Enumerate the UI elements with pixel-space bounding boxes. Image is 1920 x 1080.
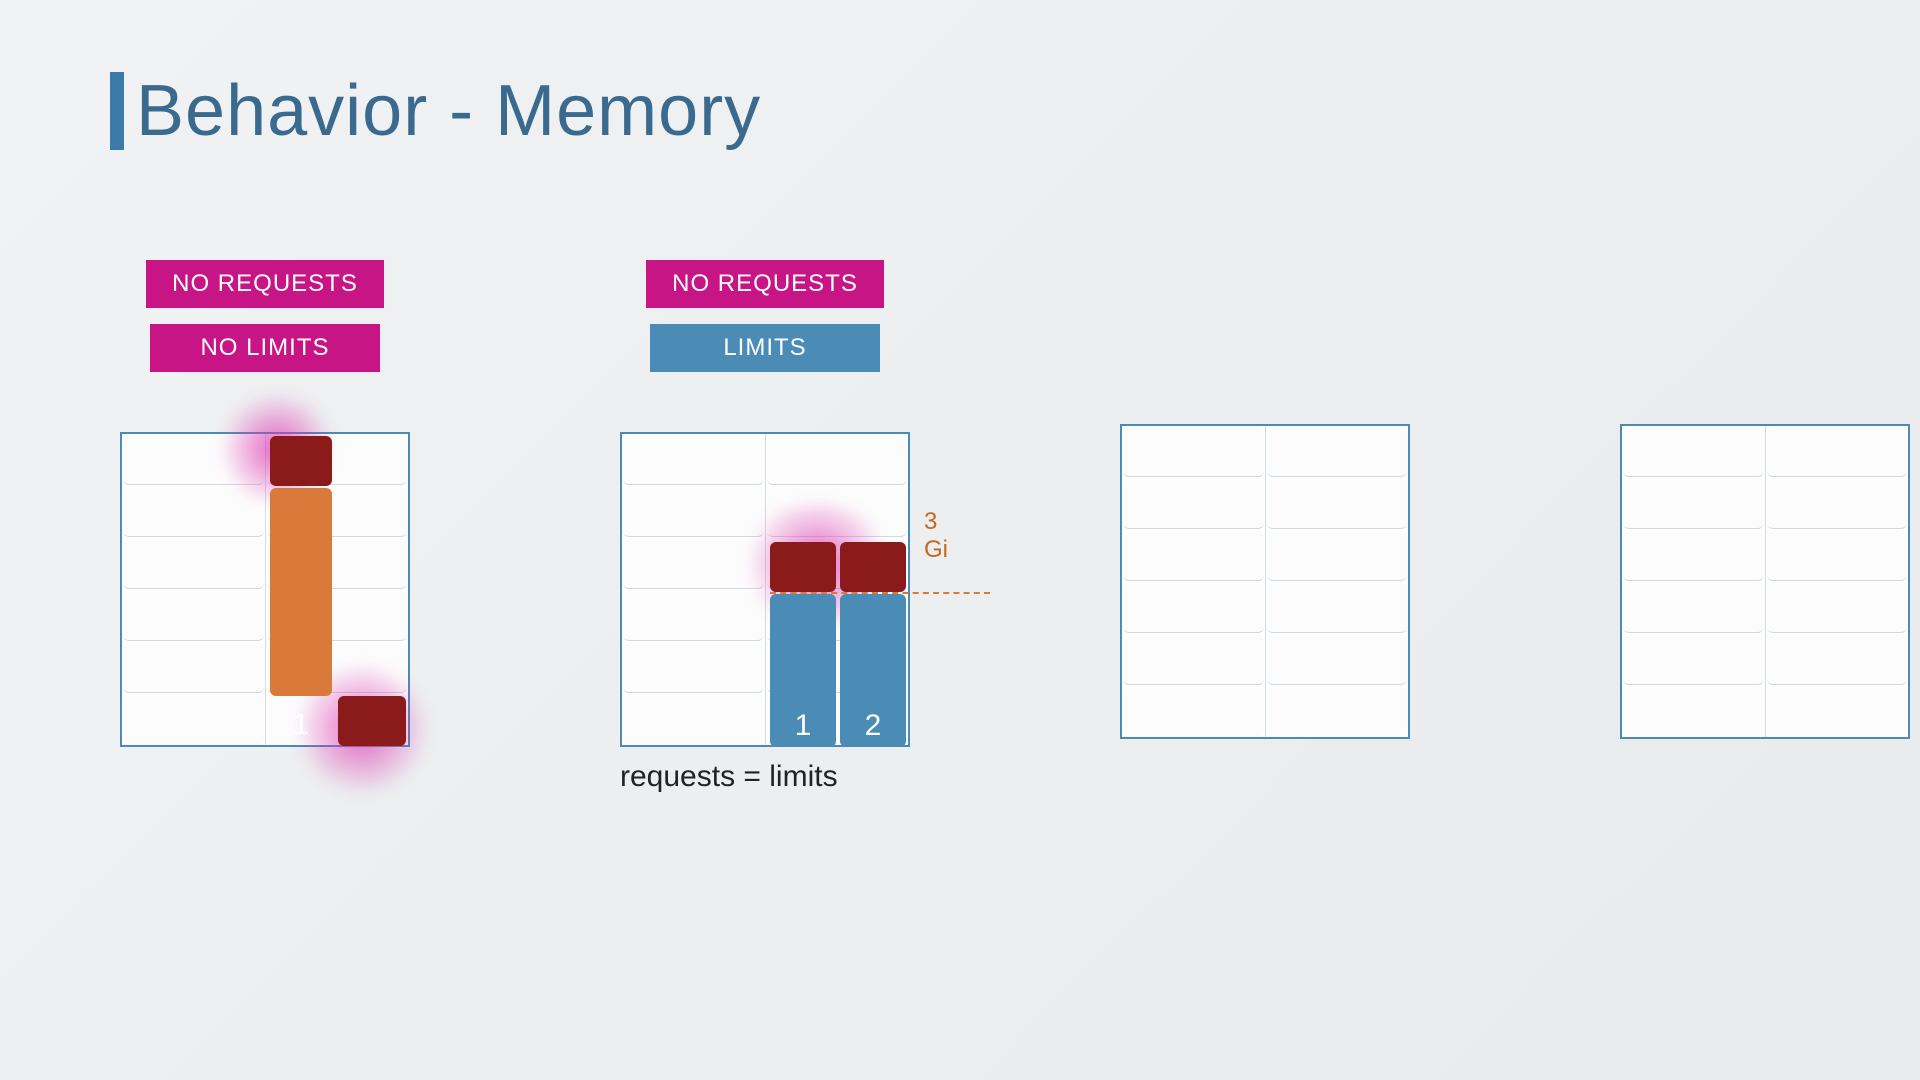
grid-cell: [1767, 687, 1908, 736]
grid-cell: [267, 487, 408, 537]
grid-cell: [1123, 531, 1264, 581]
grid-cell: [123, 643, 264, 693]
grid-cell: [623, 591, 764, 641]
grid-cell: [623, 435, 764, 485]
grid-col-right: [1766, 426, 1909, 737]
grid-cell: [1767, 427, 1908, 477]
grid-cell: [767, 539, 908, 589]
grid-cell: [267, 591, 408, 641]
grid-cell: [623, 643, 764, 693]
grid-cell: [1767, 479, 1908, 529]
scenario-2-grid: 1 2: [620, 432, 910, 747]
slide-title: Behavior - Memory: [110, 70, 761, 152]
grid-cell: [1267, 427, 1408, 477]
grid-cell: [1623, 635, 1764, 685]
scenario-4: [1620, 260, 1910, 747]
grid-col-left: [1622, 426, 1766, 737]
scenario-1: NO REQUESTS NO LIMITS: [120, 260, 410, 747]
grid-cell: [623, 539, 764, 589]
scenario-4-grid: [1620, 424, 1910, 739]
grid-col-left: [122, 434, 266, 745]
grid-cell: [1767, 635, 1908, 685]
grid-cell: [267, 695, 408, 744]
scenario-3-grid: [1120, 424, 1410, 739]
grid-cell: [1767, 583, 1908, 633]
grid-cell: [1123, 583, 1264, 633]
grid-cell: [1123, 687, 1264, 736]
scenario-2: NO REQUESTS LIMITS: [620, 260, 910, 747]
grid-cell: [123, 591, 264, 641]
scenario-2-caption: requests = limits: [620, 760, 838, 794]
grid-cell: [1623, 687, 1764, 736]
grid-cell: [1123, 427, 1264, 477]
grid-cell: [767, 435, 908, 485]
grid-cell: [1623, 479, 1764, 529]
grid-cell: [123, 487, 264, 537]
grid-cell: [123, 695, 264, 744]
grid-cell: [123, 435, 264, 485]
grid-cell: [623, 695, 764, 744]
scenario-1-badges: NO REQUESTS NO LIMITS: [146, 260, 384, 372]
grid-cell: [767, 591, 908, 641]
grid-cell: [1123, 479, 1264, 529]
grid-cell: [767, 643, 908, 693]
grid-cell: [267, 643, 408, 693]
grid-cell: [1267, 583, 1408, 633]
grid-col-right: [1266, 426, 1409, 737]
grid-cell: [1767, 531, 1908, 581]
grid-col-right: [266, 434, 409, 745]
scenarios-row: NO REQUESTS NO LIMITS: [120, 260, 1910, 747]
grid-cell: [1623, 427, 1764, 477]
grid-cell: [1267, 531, 1408, 581]
grid-cell: [123, 539, 264, 589]
grid-cell: [623, 487, 764, 537]
limit-value-label: 3 Gi: [924, 508, 948, 564]
grid-cell: [1623, 583, 1764, 633]
badge-limits: LIMITS: [650, 324, 880, 372]
scenario-1-grid: 1: [120, 432, 410, 747]
grid-col-left: [1122, 426, 1266, 737]
title-accent-bar: [110, 72, 124, 150]
title-text: Behavior - Memory: [136, 70, 761, 152]
grid-cell: [267, 539, 408, 589]
grid-cell: [1267, 635, 1408, 685]
grid-cell: [1123, 635, 1264, 685]
badge-no-limits: NO LIMITS: [150, 324, 380, 372]
grid-cell: [767, 695, 908, 744]
grid-cell: [1267, 479, 1408, 529]
scenario-3: [1120, 260, 1410, 747]
grid-col-right: [766, 434, 909, 745]
badge-no-requests: NO REQUESTS: [146, 260, 384, 308]
scenario-2-badges: NO REQUESTS LIMITS: [646, 260, 884, 372]
grid-col-left: [622, 434, 766, 745]
grid-cell: [767, 487, 908, 537]
grid-cell: [1623, 531, 1764, 581]
grid-cell: [1267, 687, 1408, 736]
grid-cell: [267, 435, 408, 485]
badge-no-requests: NO REQUESTS: [646, 260, 884, 308]
